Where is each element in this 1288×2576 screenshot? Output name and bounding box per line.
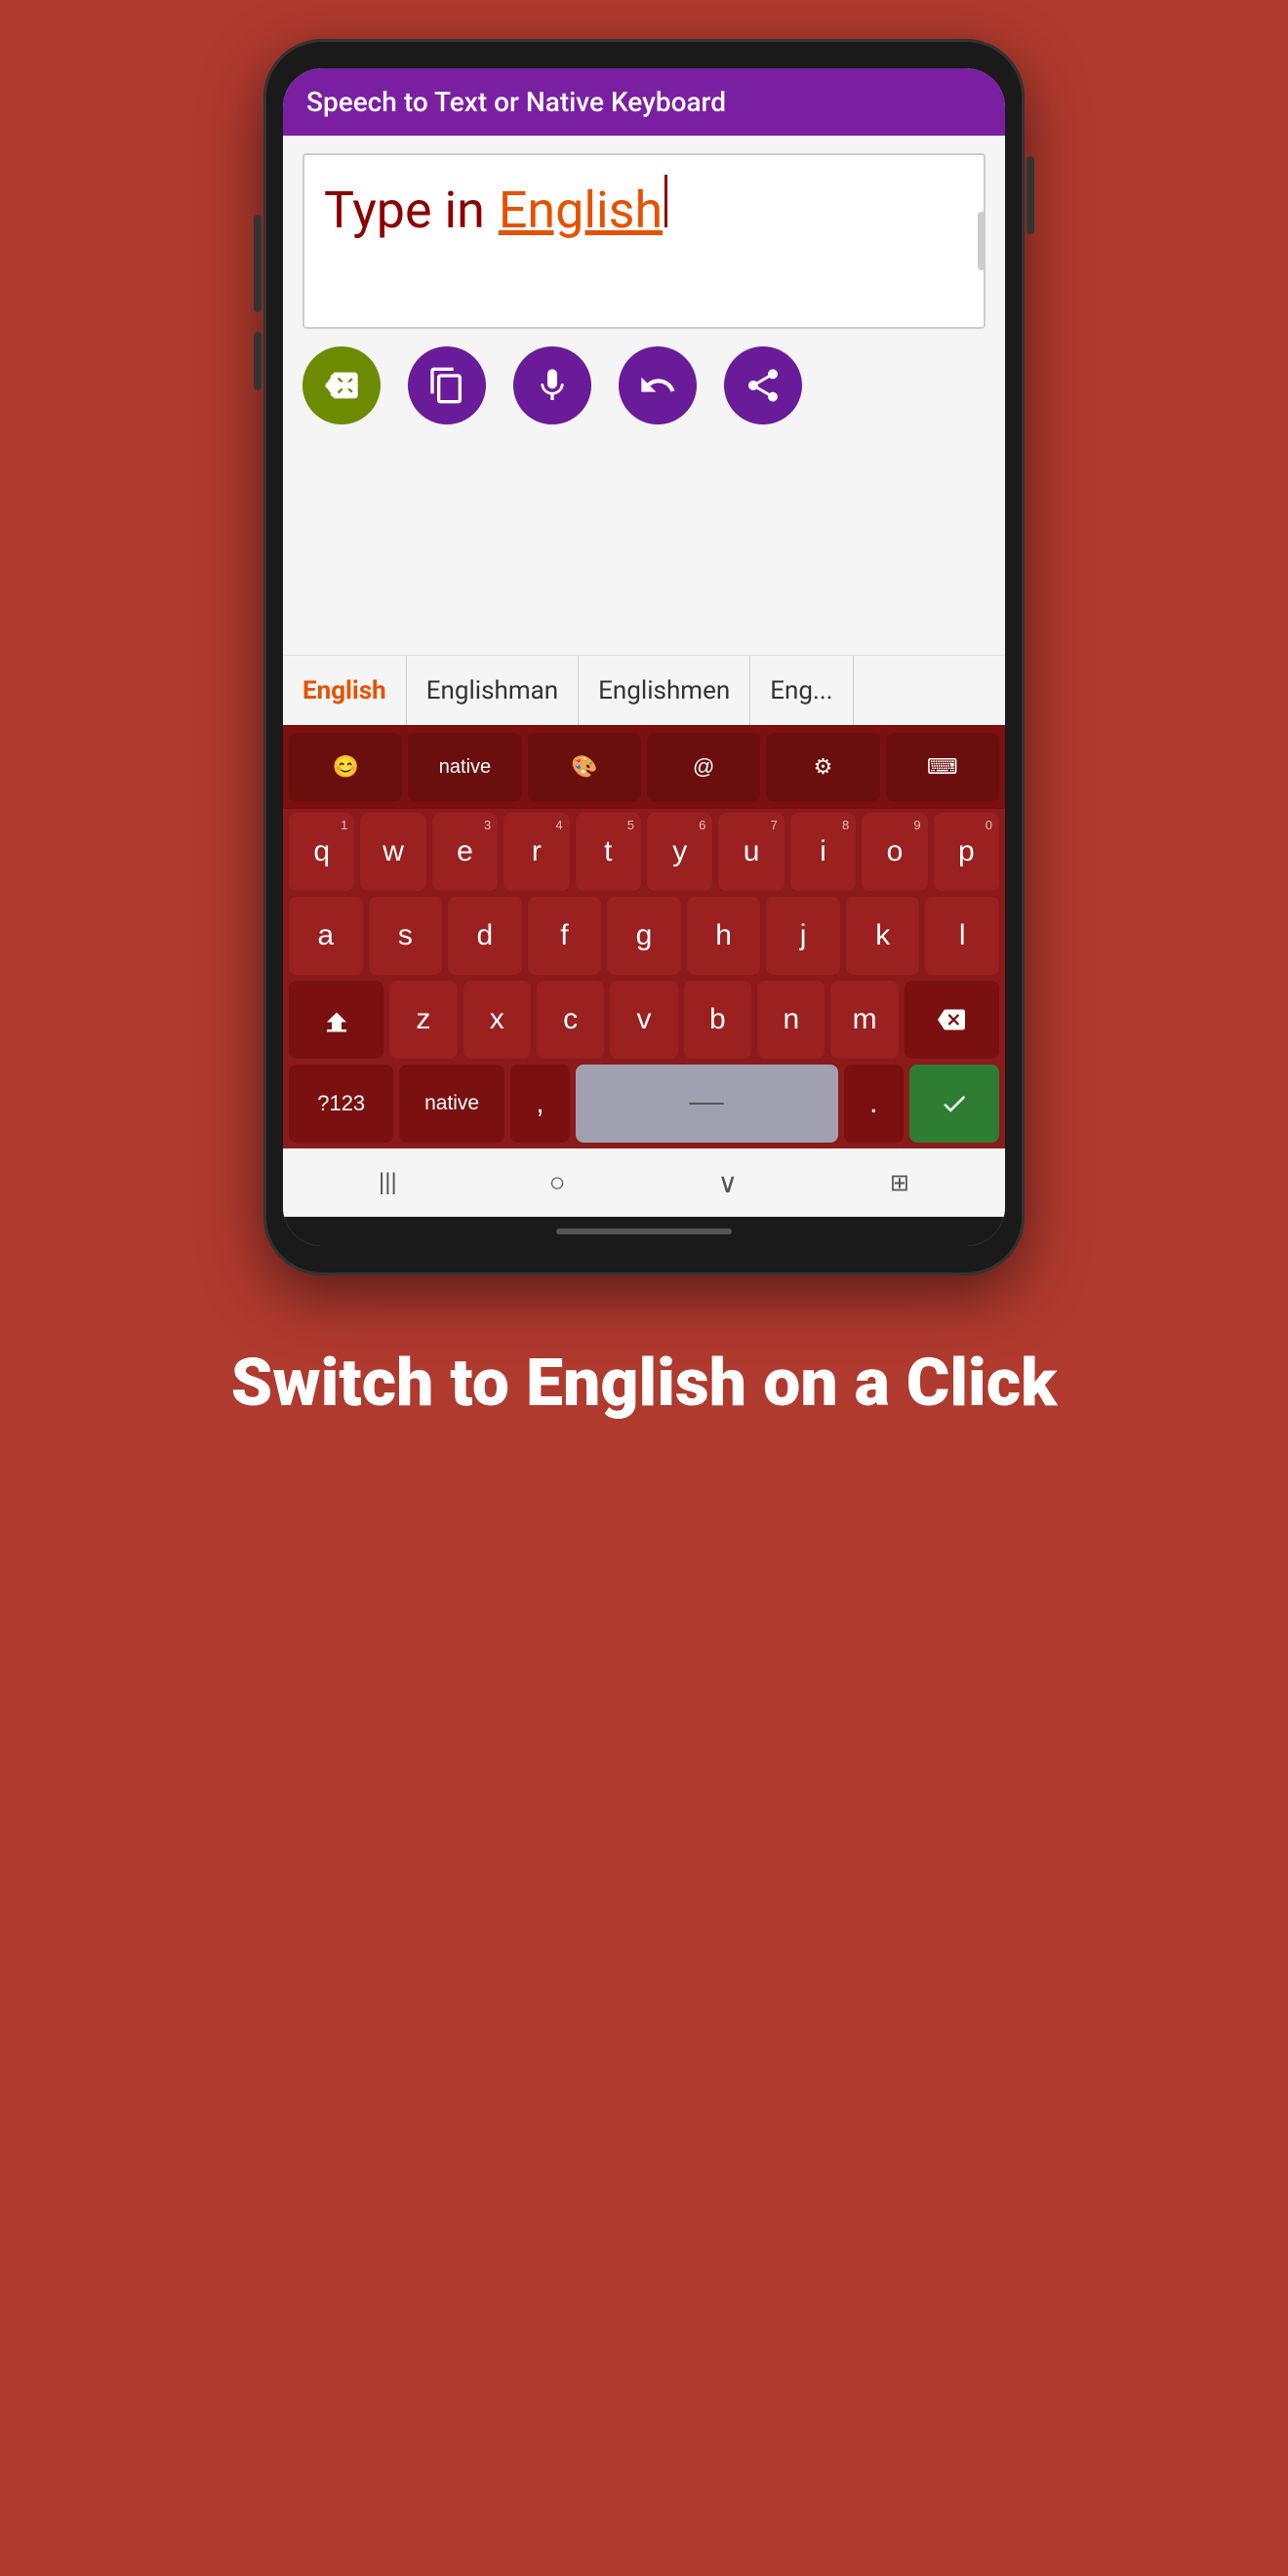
text-plain: Type in <box>324 181 485 240</box>
key-l[interactable]: l <box>925 897 999 975</box>
key-o[interactable]: 9o <box>862 813 927 891</box>
empty-space <box>283 440 1005 655</box>
mic-button[interactable] <box>513 346 591 424</box>
key-m[interactable]: m <box>830 981 898 1059</box>
nav-back-button[interactable]: ||| <box>379 1169 397 1196</box>
key-p[interactable]: 0p <box>934 813 999 891</box>
key-v[interactable]: v <box>610 981 677 1059</box>
key-i[interactable]: 8i <box>790 813 856 891</box>
shift-key[interactable] <box>289 981 383 1059</box>
app-bar-title: Speech to Text or Native Keyboard <box>306 86 726 118</box>
phone-frame: Speech to Text or Native Keyboard Type i… <box>263 39 1025 1275</box>
numbers-key[interactable]: ?123 <box>289 1065 393 1143</box>
key-k[interactable]: k <box>846 897 920 975</box>
key-x[interactable]: x <box>463 981 531 1059</box>
suggestion-english[interactable]: English <box>283 656 407 725</box>
backspace-key[interactable] <box>905 981 999 1059</box>
share-button[interactable] <box>724 346 802 424</box>
phone-screen: Speech to Text or Native Keyboard Type i… <box>283 68 1005 1246</box>
key-c[interactable]: c <box>537 981 604 1059</box>
nav-bar: ||| ○ ∨ ⊞ <box>283 1148 1005 1217</box>
key-j[interactable]: j <box>766 897 840 975</box>
key-y[interactable]: 6y <box>647 813 712 891</box>
phone-side-vol <box>1026 156 1034 234</box>
keyboard-top-row: 😊 native 🎨 @ ⚙ ⌨ <box>283 725 1005 809</box>
phone-container: Speech to Text or Native Keyboard Type i… <box>263 39 1025 1275</box>
app-bar: Speech to Text or Native Keyboard <box>283 68 1005 136</box>
key-g[interactable]: g <box>607 897 681 975</box>
key-r[interactable]: 4r <box>503 813 569 891</box>
keyboard-rows: 1q w 3e 4r 5t 6y 7u 8i 9o 0p a s <box>283 809 1005 1148</box>
key-a[interactable]: a <box>289 897 363 975</box>
nav-grid-button[interactable]: ⊞ <box>890 1169 909 1197</box>
comma-key[interactable]: , <box>510 1065 570 1143</box>
suggestions-bar: English Englishman Englishmen Eng... <box>283 655 1005 725</box>
home-bar <box>556 1228 732 1234</box>
action-buttons-row <box>283 346 1005 440</box>
suggestion-eng[interactable]: Eng... <box>750 656 853 725</box>
at-button[interactable]: @ <box>647 733 760 801</box>
keyboard-area: 😊 native 🎨 @ ⚙ ⌨ 1q w 3e 4r 5t <box>283 725 1005 1148</box>
key-h[interactable]: h <box>687 897 761 975</box>
period-key[interactable]: . <box>844 1065 904 1143</box>
theme-button[interactable]: 🎨 <box>528 733 641 801</box>
settings-button[interactable]: ⚙ <box>766 733 879 801</box>
native-icon-button[interactable]: native <box>408 733 521 801</box>
suggestion-englishman[interactable]: Englishman <box>407 656 579 725</box>
key-w[interactable]: w <box>360 813 425 891</box>
key-e[interactable]: 3e <box>432 813 498 891</box>
nav-home-button[interactable]: ○ <box>549 1167 566 1198</box>
key-f[interactable]: f <box>528 897 602 975</box>
key-b[interactable]: b <box>684 981 751 1059</box>
nav-down-button[interactable]: ∨ <box>717 1167 738 1199</box>
suggestion-englishmen[interactable]: Englishmen <box>579 656 750 725</box>
key-q[interactable]: 1q <box>289 813 354 891</box>
key-row-4: ?123 native , . <box>289 1065 999 1143</box>
native-key[interactable]: native <box>399 1065 503 1143</box>
key-d[interactable]: d <box>448 897 522 975</box>
copy-button[interactable] <box>408 346 486 424</box>
space-key[interactable] <box>576 1065 837 1143</box>
phone-side-vol2 <box>254 332 262 390</box>
text-highlighted: English <box>499 181 663 240</box>
delete-button[interactable] <box>302 346 381 424</box>
key-t[interactable]: 5t <box>576 813 641 891</box>
key-row-3: z x c v b n m <box>289 981 999 1059</box>
enter-key[interactable] <box>909 1065 999 1143</box>
side-scroll-indicator <box>978 212 986 270</box>
home-indicator <box>283 1217 1005 1246</box>
undo-button[interactable] <box>619 346 697 424</box>
keyboard-switch-button[interactable]: ⌨ <box>886 733 999 801</box>
key-z[interactable]: z <box>389 981 457 1059</box>
bottom-text: Switch to English on a Click <box>173 1344 1116 1424</box>
key-row-1: 1q w 3e 4r 5t 6y 7u 8i 9o 0p <box>289 813 999 891</box>
phone-side-power <box>254 215 262 312</box>
text-cursor <box>664 175 667 227</box>
text-input-content: Type in English <box>324 175 667 240</box>
key-s[interactable]: s <box>369 897 443 975</box>
text-input-area[interactable]: Type in English <box>302 153 986 329</box>
key-n[interactable]: n <box>757 981 825 1059</box>
key-row-2: a s d f g h j k l <box>289 897 999 975</box>
emoji-button[interactable]: 😊 <box>289 733 402 801</box>
key-u[interactable]: 7u <box>718 813 784 891</box>
